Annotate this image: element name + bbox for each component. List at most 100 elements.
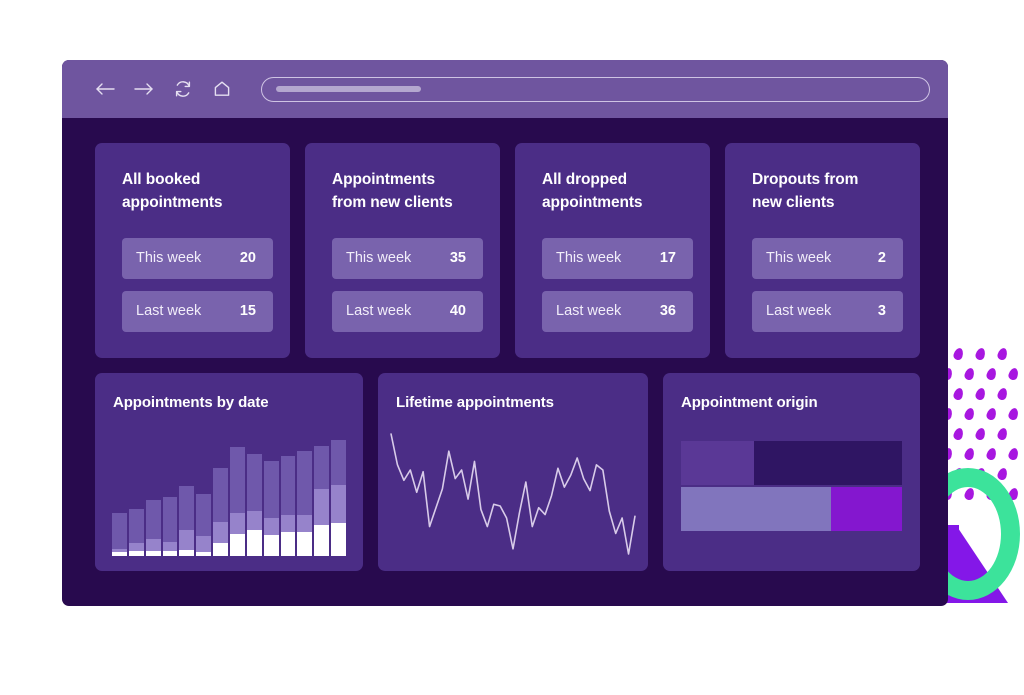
bar-segment-repeat [280,514,296,533]
kpi-stat-value: 35 [449,250,466,267]
kpi-stat-value: 36 [659,303,676,320]
home-icon[interactable] [211,78,233,100]
chart-title: Lifetime appointments [396,394,554,411]
teardrop-icon [952,386,965,402]
teardrop-icon [963,446,976,462]
kpi-stat-last-week: Last week 15 [122,290,273,332]
bar-segment-repeat [179,530,195,550]
teardrop-icon [1007,406,1020,422]
kpi-stat-this-week: This week 20 [122,237,273,279]
kpi-card-row: All booked appointments This week 20 Las… [95,143,920,358]
kpi-stat-label: This week [346,250,412,267]
bar-segment-repeat [145,538,161,551]
teardrop-icon [985,486,998,502]
bar-column [179,436,195,556]
kpi-stat-value: 2 [877,250,886,267]
teardrop-icon [952,426,965,442]
reload-icon[interactable] [172,78,194,100]
bar-segment-repeat [230,512,245,535]
teardrop-icon [974,426,987,442]
forward-arrow-icon[interactable] [133,78,155,100]
origin-bar-segment-2-1 [681,487,832,531]
kpi-stat-label: Last week [346,303,412,320]
page-root: All booked appointments This week 20 Las… [0,0,1024,695]
back-arrow-icon[interactable] [94,78,116,100]
browser-toolbar [62,60,948,118]
bar-segment-repeat [246,510,262,531]
kpi-card-appointments-from-new-clients[interactable]: Appointments from new clients This week … [305,143,500,358]
bar-segment-new [179,485,195,531]
bar-segment-new [246,453,262,511]
teardrop-icon [985,406,998,422]
teardrop-icon [974,466,987,482]
bar-segment-repeat [196,536,212,552]
bar-column [213,436,229,556]
bar-segment-repeat [314,489,330,526]
bar-column [162,436,178,556]
kpi-stat-value: 17 [659,250,676,267]
bar-segment-booked [162,550,178,556]
bar-segment-repeat [263,517,279,536]
bar-column [145,436,161,556]
line-chart [386,429,640,559]
kpi-card-all-dropped-appointments[interactable]: All dropped appointments This week 17 La… [515,143,710,358]
bar-segment-new [331,439,347,485]
kpi-card-dropouts-from-new-clients[interactable]: Dropouts from new clients This week 2 La… [725,143,920,358]
bar-segment-repeat [162,541,178,551]
bar-segment-booked [196,551,212,556]
kpi-stat-last-week: Last week 40 [332,290,483,332]
bar-segment-booked [331,523,347,556]
kpi-stat-value: 20 [239,250,256,267]
kpi-stat-label: This week [556,250,622,267]
teardrop-icon [1007,486,1020,502]
teardrop-icon [963,366,976,382]
teardrop-icon [963,486,976,502]
bar-segment-new [213,468,229,522]
kpi-stat-label: Last week [766,303,832,320]
kpi-stat-last-week: Last week 36 [542,290,693,332]
origin-bar-segment-1-1 [681,441,754,485]
bar-segment-new [128,508,144,543]
bar-column [280,436,296,556]
bar-segment-new [263,461,279,518]
bar-segment-repeat [213,522,229,543]
kpi-stat-this-week: This week 17 [542,237,693,279]
bar-column [331,436,347,556]
teardrop-icon [952,466,965,482]
chart-card-lifetime-appointments[interactable]: Lifetime appointments [378,373,648,571]
bar-column [112,436,127,556]
bar-segment-new [112,512,127,549]
bar-segment-booked [128,550,144,556]
browser-window: All booked appointments This week 20 Las… [62,60,948,606]
bar-segment-new [230,446,245,513]
bar-segment-booked [112,551,127,556]
bar-segment-booked [179,549,195,556]
bar-segment-booked [314,525,330,556]
teardrop-icon [952,346,965,362]
chart-card-appointment-origin[interactable]: Appointment origin [663,373,920,571]
teardrop-icon [1007,366,1020,382]
bar-segment-booked [280,532,296,556]
teardrop-icon [985,446,998,462]
kpi-stat-value: 15 [239,303,256,320]
kpi-stat-label: This week [136,250,202,267]
origin-bar-segment-1-2 [753,441,902,485]
bar-segment-booked [213,542,229,556]
origin-bar-chart [681,441,902,531]
bar-segment-repeat [128,542,144,551]
triangle-decoration [956,525,1008,603]
bar-column [128,436,144,556]
bar-segment-new [314,445,330,489]
chart-title: Appointments by date [113,394,269,411]
teardrop-icon [1007,446,1020,462]
teardrop-icon [996,426,1009,442]
address-bar[interactable] [261,76,930,102]
chart-title: Appointment origin [681,394,818,411]
kpi-card-all-booked-appointments[interactable]: All booked appointments This week 20 Las… [95,143,290,358]
bar-segment-booked [297,532,313,556]
teardrop-icon [996,466,1009,482]
kpi-stat-label: Last week [136,303,202,320]
charts-row: Appointments by date Lifetime appointmen… [95,373,920,571]
kpi-title: All booked appointments [122,171,223,211]
chart-card-appointments-by-date[interactable]: Appointments by date [95,373,363,571]
